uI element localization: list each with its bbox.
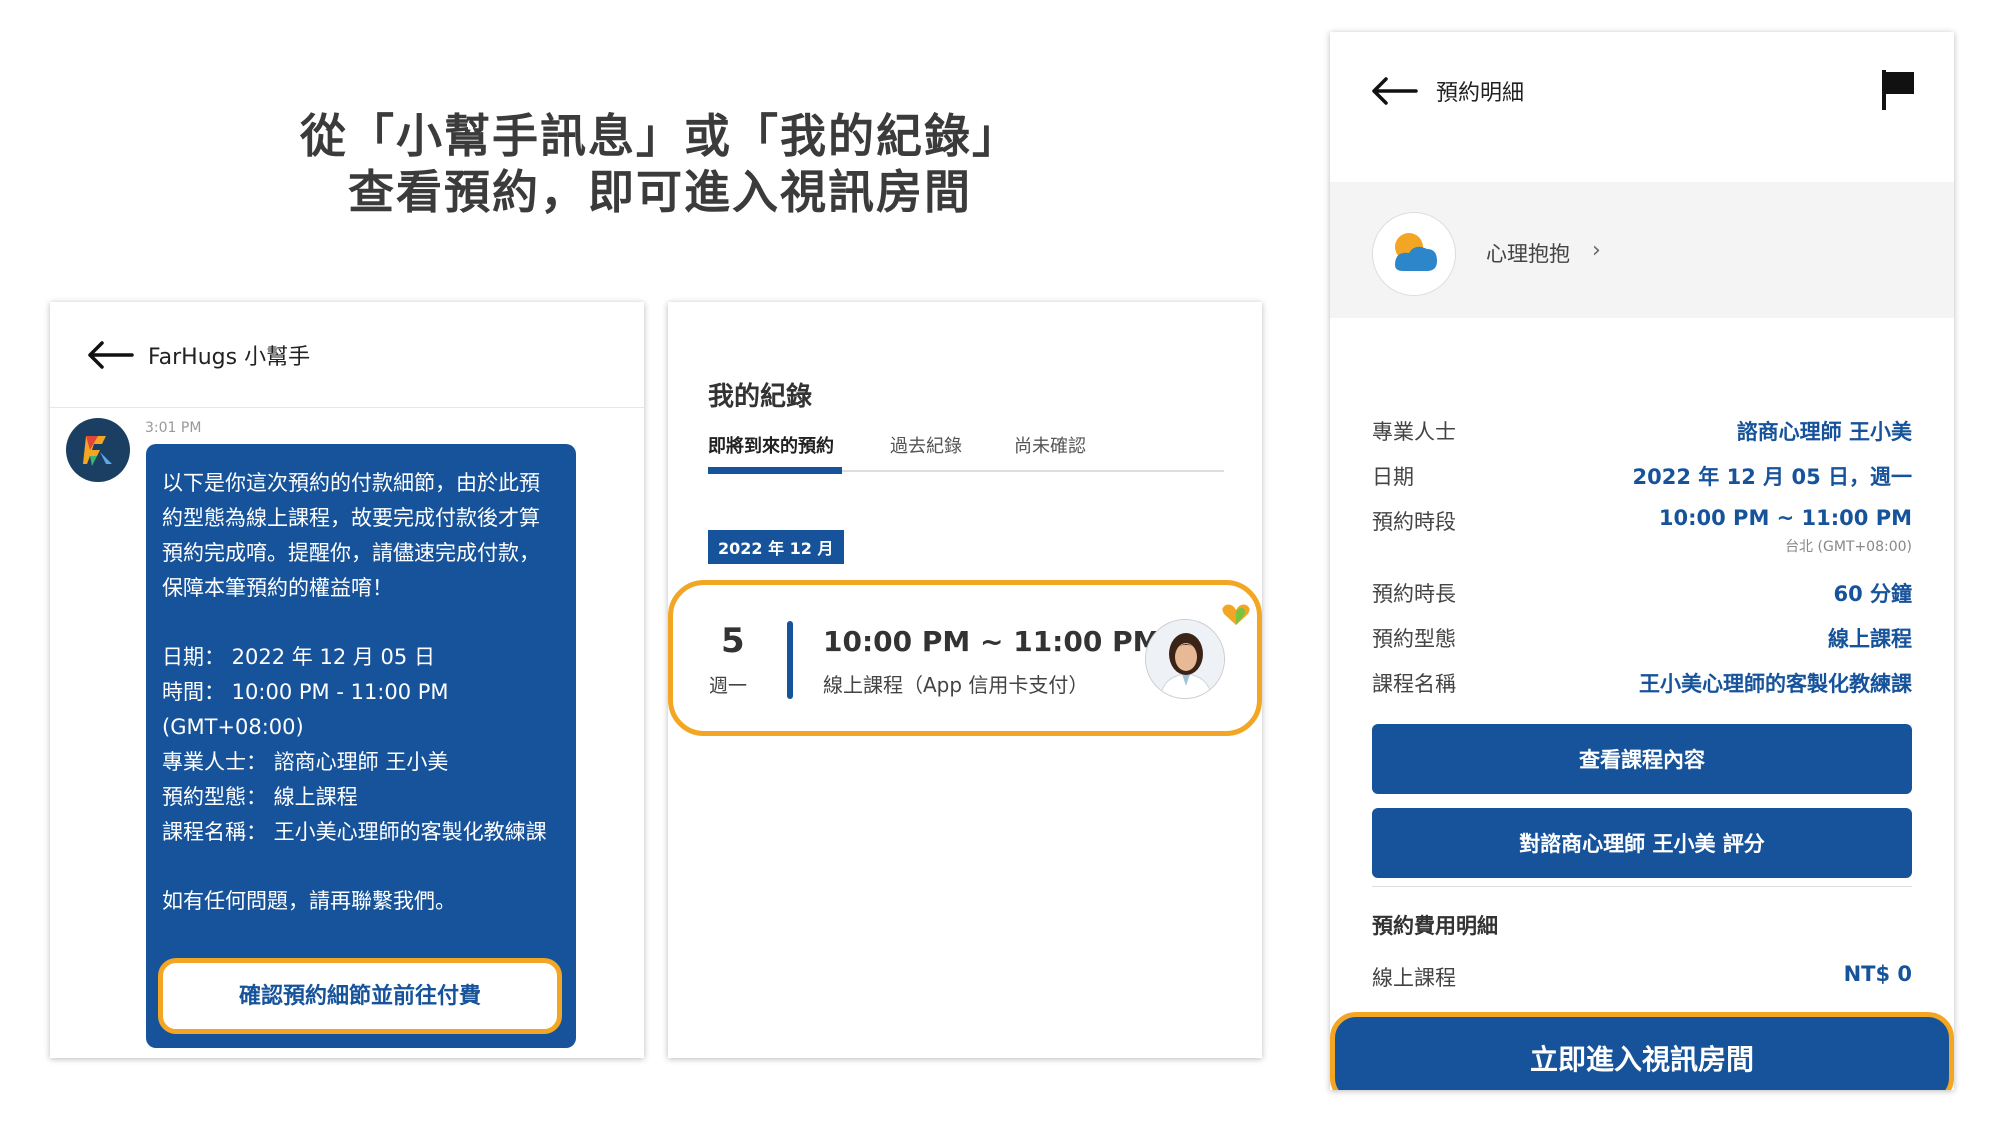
farhugs-logo-avatar: [66, 418, 130, 482]
appointment-weekday: 週一: [709, 675, 748, 697]
message-timestamp: 3:01 PM: [145, 420, 202, 436]
row-label: 課程名稱: [1372, 672, 1456, 696]
appointment-time: 10:00 PM ~ 11:00 PM: [823, 625, 1161, 658]
row-value: 王小美心理師的客製化教練課: [1639, 672, 1912, 696]
provider-logo: [1372, 212, 1456, 296]
detail-rows: 專業人士 諮商心理師 王小美 日期 2022 年 12 月 05 日，週一 預約…: [1372, 408, 1912, 705]
records-title: 我的紀錄: [708, 382, 813, 412]
detail-row-professional: 專業人士 諮商心理師 王小美: [1372, 408, 1912, 453]
back-arrow-icon[interactable]: [86, 338, 134, 372]
appointment-day: 5: [721, 621, 745, 661]
detail-row-date: 日期 2022 年 12 月 05 日，週一: [1372, 453, 1912, 498]
row-label: 預約時段: [1372, 510, 1456, 534]
row-label: 預約時長: [1372, 582, 1456, 606]
headline: 從「小幫手訊息」或「我的紀錄」 查看預約，即可進入視訊房間: [250, 108, 1070, 220]
fee-value: NT$ 0: [1843, 962, 1912, 986]
fee-label: 線上課程: [1372, 966, 1456, 990]
message-intro: 以下是你這次預約的付款細節，由於此預約型態為線上課程，故要完成付款後才算預約完成…: [162, 471, 540, 600]
appointment-subtitle: 線上課程（App 信用卡支付）: [823, 673, 1089, 697]
detail-header: 預約明細: [1330, 32, 1954, 150]
message-details: 日期： 2022 年 12 月 05 日 時間： 10:00 PM - 11:0…: [162, 645, 547, 844]
row-value: 諮商心理師 王小美: [1736, 420, 1912, 444]
back-arrow-icon[interactable]: [1370, 74, 1418, 108]
view-course-button[interactable]: 查看課程內容: [1372, 724, 1912, 794]
message-footer: 如有任何問題，請再聯繫我們。: [162, 889, 456, 913]
appointment-card[interactable]: 5 週一 10:00 PM ~ 11:00 PM 線上課程（App 信用卡支付）: [668, 580, 1262, 736]
detail-row-timeslot: 預約時段 10:00 PM ~ 11:00 PM 台北 (GMT+08:00): [1372, 498, 1912, 570]
timezone-note: 台北 (GMT+08:00): [1785, 539, 1912, 555]
detail-row-course: 課程名稱 王小美心理師的客製化教練課: [1372, 660, 1912, 705]
detail-title: 預約明細: [1436, 81, 1525, 106]
doctor-avatar: [1145, 619, 1225, 699]
row-value: 線上課程: [1828, 627, 1912, 651]
favorite-heart-icon: [1221, 603, 1251, 627]
detail-row-type: 預約型態 線上課程: [1372, 615, 1912, 660]
tab-past[interactable]: 過去紀錄: [890, 432, 962, 458]
message-bubble: 以下是你這次預約的付款細節，由於此預約型態為線上課程，故要完成付款後才算預約完成…: [146, 444, 576, 1048]
month-badge: 2022 年 12 月: [708, 530, 844, 564]
active-tab-indicator: [708, 467, 842, 474]
row-value: 10:00 PM ~ 11:00 PM: [1658, 506, 1912, 530]
headline-line-1: 從「小幫手訊息」或「我的紀錄」: [300, 109, 1020, 163]
row-label: 專業人士: [1372, 420, 1456, 444]
rate-professional-button[interactable]: 對諮商心理師 王小美 評分: [1372, 808, 1912, 878]
divider: [1372, 886, 1912, 887]
tab-unconfirmed[interactable]: 尚未確認: [1014, 432, 1086, 458]
appointment-detail-screen: 預約明細 心理抱抱 › 專業人士 諮商心理師 王小美 日期 2022 年 12 …: [1330, 32, 1954, 1090]
chat-title: FarHugs 小幫手: [148, 344, 311, 370]
provider-name: 心理抱抱: [1486, 242, 1570, 266]
row-label: 日期: [1372, 465, 1414, 489]
appointment-divider: [787, 621, 793, 699]
records-tabs: 即將到來的預約 過去紀錄 尚未確認: [708, 432, 1224, 474]
detail-row-duration: 預約時長 60 分鐘: [1372, 570, 1912, 615]
chevron-right-icon: ›: [1592, 238, 1601, 263]
row-label: 預約型態: [1372, 627, 1456, 651]
chat-screen: FarHugs 小幫手 3:01 PM 以下是你這次預約的付款細節，由於此預約型…: [50, 302, 644, 1058]
enter-video-room-button[interactable]: 立即進入視訊房間: [1330, 1012, 1954, 1090]
row-value: 60 分鐘: [1833, 582, 1912, 606]
chat-header: FarHugs 小幫手: [50, 302, 644, 408]
report-flag-icon[interactable]: [1878, 68, 1918, 112]
provider-section[interactable]: 心理抱抱 ›: [1330, 182, 1954, 318]
row-value: 2022 年 12 月 05 日，週一: [1632, 465, 1912, 489]
tab-upcoming[interactable]: 即將到來的預約: [708, 432, 834, 458]
confirm-and-pay-button[interactable]: 確認預約細節並前往付費: [158, 958, 562, 1034]
fee-section-title: 預約費用明細: [1372, 914, 1498, 938]
headline-line-2: 查看預約，即可進入視訊房間: [348, 165, 972, 219]
records-screen: 我的紀錄 即將到來的預約 過去紀錄 尚未確認 2022 年 12 月 5 週一 …: [668, 302, 1262, 1058]
